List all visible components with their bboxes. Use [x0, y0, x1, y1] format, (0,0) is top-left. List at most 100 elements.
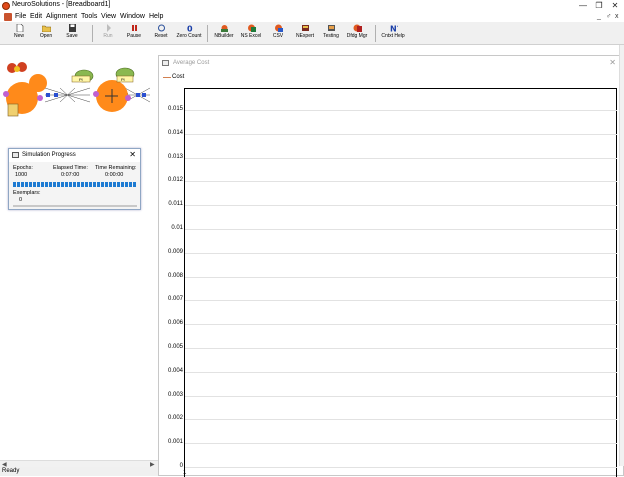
status-text: Ready	[2, 468, 20, 474]
run-label: Run	[103, 33, 113, 39]
mdi-minimize-button[interactable]: _	[597, 13, 601, 20]
close-icon[interactable]: ✕	[129, 150, 136, 159]
reset-button[interactable]: Reset	[150, 24, 172, 43]
gridline	[185, 181, 617, 183]
probe-icon[interactable]	[37, 95, 43, 101]
y-tick-label: 0.002	[167, 415, 183, 422]
status-bar: Ready	[0, 467, 158, 476]
menu-help[interactable]: Help	[149, 13, 163, 20]
dialog-title-bar[interactable]: Simulation Progress ✕	[9, 149, 140, 162]
close-button[interactable]: ✕	[606, 0, 624, 12]
exemplars-label: Exemplars:	[13, 190, 41, 196]
y-tick-label: 0.007	[167, 296, 183, 303]
probe-icon[interactable]	[93, 91, 99, 97]
menu-alignment[interactable]: Alignment	[46, 13, 77, 20]
menu-tools[interactable]: Tools	[81, 13, 97, 20]
gridline	[185, 467, 617, 468]
nexpert-button[interactable]: NExpert	[294, 24, 316, 43]
menu-window[interactable]: Window	[120, 13, 145, 20]
dfdg-mgr-label: Dfdg Mgr	[346, 33, 368, 39]
nbuilder-button[interactable]: NBuilder	[212, 24, 236, 43]
y-tick-label: 0.015	[167, 106, 183, 112]
window-icon	[12, 152, 19, 158]
menu-edit[interactable]: Edit	[30, 13, 42, 20]
y-tick-label: 0.011	[168, 201, 183, 208]
nbuilder-icon	[220, 25, 228, 32]
nexpert-icon	[301, 25, 309, 31]
help-question-icon: N?	[390, 25, 398, 33]
mdi-close-button[interactable]: x	[615, 13, 619, 20]
run-button[interactable]: Run	[97, 24, 119, 43]
epochs-value: 1000	[15, 172, 28, 178]
excel-icon	[247, 24, 256, 32]
zero-count-label: Zero Count	[176, 33, 202, 39]
close-icon[interactable]: ✕	[609, 58, 616, 67]
nexpert-label: NExpert	[295, 33, 315, 39]
gridline	[185, 252, 617, 254]
vertical-scrollbar[interactable]	[619, 45, 624, 466]
gridline	[185, 419, 617, 421]
exemplars-value: 0	[19, 197, 23, 203]
open-label: Open	[39, 33, 53, 39]
y-tick-label: 0.01	[171, 225, 183, 231]
zero-count-button[interactable]: 0 Zero Count	[174, 24, 204, 43]
csv-icon	[274, 24, 283, 32]
menu-view[interactable]: View	[101, 13, 116, 20]
context-help-label: Cntxt Help	[381, 33, 405, 39]
window-icon	[162, 60, 169, 66]
new-file-icon	[16, 24, 23, 32]
menu-bar: File Edit Alignment Tools View Window He…	[0, 12, 624, 22]
gridline	[185, 276, 617, 278]
matrix-viewer-icon[interactable]	[116, 75, 134, 83]
epochs-label: Epochs:	[13, 165, 33, 171]
testing-button[interactable]: Testing	[320, 24, 342, 43]
open-button[interactable]: Open	[35, 24, 57, 43]
document-icon[interactable]	[4, 13, 12, 21]
legend-swatch	[163, 77, 171, 78]
y-tick-label: 0.003	[167, 391, 183, 398]
play-icon	[106, 24, 111, 32]
pause-button[interactable]: Pause	[122, 24, 146, 43]
csv-button[interactable]: CSV	[268, 24, 288, 43]
elapsed-time-value: 0:07:00	[61, 172, 80, 178]
svg-text:N?: N?	[390, 25, 398, 33]
gridline	[185, 157, 617, 159]
input-file-icon[interactable]	[7, 103, 19, 117]
nbuilder-label: NBuilder	[214, 33, 234, 39]
gridline	[185, 205, 617, 207]
y-tick-label: 0.014	[167, 129, 183, 136]
component-label: Pl	[121, 77, 125, 82]
ns-excel-button[interactable]: NS Excel	[239, 24, 263, 43]
new-button[interactable]: New	[8, 24, 30, 43]
time-remaining-value: 0:00:00	[105, 172, 124, 178]
reset-label: Reset	[154, 33, 168, 39]
pause-icon	[131, 25, 137, 31]
probe-icon[interactable]	[3, 91, 9, 97]
title-bar: NeuroSolutions - [Breadboard1] — ❐ ✕	[0, 0, 624, 12]
dfdg-mgr-button[interactable]: Dfdg Mgr	[345, 24, 369, 43]
dfdg-mgr-icon	[353, 24, 362, 32]
save-disk-icon	[68, 24, 76, 32]
pause-label: Pause	[126, 33, 142, 39]
zero-icon: 0	[187, 25, 193, 33]
horizontal-scrollbar[interactable]: ◀ ▶	[0, 460, 158, 468]
context-help-button[interactable]: N? Cntxt Help	[380, 24, 406, 43]
app-icon	[2, 2, 10, 10]
network-diagram[interactable]: Pl Pl	[0, 58, 158, 124]
mdi-restore-button[interactable]: ♂	[606, 13, 611, 20]
y-tick-label: 0.009	[167, 248, 183, 255]
gridline	[185, 229, 617, 230]
ns-excel-label: NS Excel	[240, 33, 262, 39]
menu-file[interactable]: File	[15, 13, 26, 20]
cost-window-title-bar[interactable]: Average Cost ✕	[159, 56, 623, 70]
y-tick-label: 0.013	[167, 153, 183, 160]
save-label: Save	[66, 33, 78, 39]
y-tick-label: 0.006	[167, 320, 183, 327]
save-button[interactable]: Save	[61, 24, 83, 43]
new-label: New	[13, 33, 24, 39]
gridline	[185, 443, 617, 445]
probe-icon[interactable]	[125, 95, 131, 101]
y-tick-label: 0.001	[167, 439, 183, 446]
y-tick-label: 0.005	[167, 344, 183, 350]
gridline	[185, 110, 617, 111]
